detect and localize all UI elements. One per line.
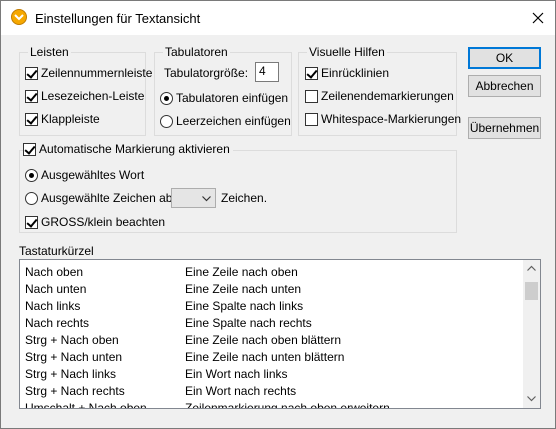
checkbox-zeilennummernleiste[interactable]: Zeilennummernleiste — [25, 66, 152, 80]
shortcut-key: Strg + Nach links — [25, 367, 117, 381]
checkbox-label: Whitespace-Markierungen — [321, 112, 462, 126]
list-item[interactable]: Nach links Eine Spalte nach links — [20, 299, 522, 316]
checkbox-box[interactable] — [305, 112, 318, 126]
visuelle-hilfen-group-label: Visuelle Hilfen — [307, 45, 387, 59]
radio-circle[interactable] — [25, 191, 38, 205]
settings-dialog: Einstellungen für Textansicht Leisten Ze… — [0, 0, 556, 429]
shortcut-description: Ein Wort nach rechts — [185, 384, 297, 398]
vertical-scrollbar[interactable] — [523, 260, 540, 408]
list-item[interactable]: Umschalt + Nach oben Zeilenmarkierung na… — [20, 401, 522, 409]
checkbox-label: Zeilenendemarkierungen — [321, 89, 454, 103]
radio-leerzeichen-einfuegen[interactable]: Leerzeichen einfügen — [160, 114, 291, 128]
shortcut-key: Nach unten — [25, 282, 87, 296]
title-bar: Einstellungen für Textansicht — [1, 1, 555, 35]
tab-size-input[interactable]: 4 — [255, 62, 279, 82]
cancel-button[interactable]: Abbrechen — [468, 75, 541, 97]
close-icon — [532, 12, 544, 24]
list-item[interactable]: Nach rechts Eine Spalte nach rechts — [20, 316, 522, 333]
shortcut-key: Strg + Nach oben — [25, 333, 119, 347]
radio-circle[interactable] — [25, 168, 38, 182]
checkbox-klappleiste[interactable]: Klappleiste — [25, 112, 100, 126]
checkbox-label: Automatische Markierung aktivieren — [39, 142, 230, 156]
checkbox-box[interactable] — [25, 112, 38, 126]
shortcut-description: Zeilenmarkierung nach oben erweitern — [185, 401, 390, 409]
shortcut-list[interactable]: Nach oben Eine Zeile nach oben Nach unte… — [19, 259, 541, 409]
close-button[interactable] — [521, 1, 555, 35]
shortcut-description: Eine Spalte nach rechts — [185, 316, 312, 330]
list-item[interactable]: Strg + Nach unten Eine Zeile nach unten … — [20, 350, 522, 367]
tabulatoren-group-label: Tabulatoren — [163, 45, 230, 59]
shortcut-key: Strg + Nach unten — [25, 350, 123, 364]
checkbox-whitespace-markierungen[interactable]: Whitespace-Markierungen — [305, 112, 461, 126]
radio-ausgewaehltes-wort[interactable]: Ausgewähltes Wort — [25, 168, 144, 182]
checkbox-lesezeichen-leiste[interactable]: Lesezeichen-Leiste — [25, 89, 144, 103]
list-item[interactable]: Nach oben Eine Zeile nach oben — [20, 265, 522, 282]
shortcut-description: Eine Zeile nach oben blättern — [185, 333, 342, 347]
list-item[interactable]: Strg + Nach rechts Ein Wort nach rechts — [20, 384, 522, 401]
apply-button[interactable]: Übernehmen — [468, 117, 541, 139]
radio-circle[interactable] — [160, 91, 173, 105]
radio-label: Ausgewählte Zeichen ab: — [41, 191, 176, 205]
shortcut-description: Eine Zeile nach unten — [185, 282, 302, 296]
checkbox-label: GROSS/klein beachten — [41, 215, 166, 229]
checkbox-label: Lesezeichen-Leiste — [41, 89, 145, 103]
list-item[interactable]: Strg + Nach links Ein Wort nach links — [20, 367, 522, 384]
radio-ausgewaehlte-zeichen[interactable]: Ausgewählte Zeichen ab: — [25, 191, 176, 205]
list-item[interactable]: Nach unten Eine Zeile nach unten — [20, 282, 522, 299]
checkbox-zeilenendemarkierungen[interactable]: Zeilenendemarkierungen — [305, 89, 454, 103]
app-icon — [11, 9, 27, 25]
checkbox-box[interactable] — [305, 66, 318, 80]
checkbox-gross-klein[interactable]: GROSS/klein beachten — [25, 215, 165, 229]
checkbox-label: Zeilennummernleiste — [41, 66, 153, 80]
radio-circle[interactable] — [160, 114, 173, 128]
checkbox-box[interactable] — [305, 89, 318, 103]
radio-tabulatoren-einfuegen[interactable]: Tabulatoren einfügen — [160, 91, 288, 105]
shortcut-description: Eine Spalte nach links — [185, 299, 304, 313]
checkbox-label: Klappleiste — [41, 112, 100, 126]
tastaturkuerzel-label: Tastaturkürzel — [19, 244, 94, 258]
ok-button[interactable]: OK — [468, 47, 541, 69]
radio-label: Leerzeichen einfügen — [176, 114, 291, 128]
scrollbar-thumb[interactable] — [525, 282, 538, 300]
shortcut-description: Eine Zeile nach unten blättern — [185, 350, 345, 364]
checkbox-box[interactable] — [23, 142, 36, 156]
shortcut-key: Nach rechts — [25, 316, 90, 330]
shortcut-key: Nach links — [25, 299, 81, 313]
radio-label: Tabulatoren einfügen — [176, 91, 289, 105]
window-title: Einstellungen für Textansicht — [35, 11, 201, 26]
scroll-down-arrow-icon — [527, 396, 536, 402]
checkbox-box[interactable] — [25, 66, 38, 80]
zeichen-suffix-label: Zeichen. — [221, 191, 268, 205]
zeichen-count-combo[interactable] — [171, 188, 216, 208]
checkbox-auto-markierung[interactable]: Automatische Markierung aktivieren — [23, 142, 233, 156]
shortcut-key: Nach oben — [25, 265, 84, 279]
list-item[interactable]: Strg + Nach oben Eine Zeile nach oben bl… — [20, 333, 522, 350]
shortcut-key: Umschalt + Nach oben — [25, 401, 147, 409]
leisten-group-label: Leisten — [28, 45, 71, 59]
scroll-down-button[interactable] — [523, 391, 540, 408]
shortcut-description: Eine Zeile nach oben — [185, 265, 298, 279]
checkbox-einruecklinien[interactable]: Einrücklinien — [305, 66, 389, 80]
scroll-up-button[interactable] — [523, 260, 540, 277]
radio-label: Ausgewähltes Wort — [41, 168, 145, 182]
tab-size-label: Tabulatorgröße: — [164, 66, 249, 80]
shortcut-key: Strg + Nach rechts — [25, 384, 125, 398]
checkbox-box[interactable] — [25, 89, 38, 103]
shortcut-description: Ein Wort nach links — [185, 367, 288, 381]
scroll-up-arrow-icon — [527, 265, 536, 271]
checkbox-label: Einrücklinien — [321, 66, 390, 80]
chevron-down-icon — [202, 196, 211, 202]
checkbox-box[interactable] — [25, 215, 38, 229]
